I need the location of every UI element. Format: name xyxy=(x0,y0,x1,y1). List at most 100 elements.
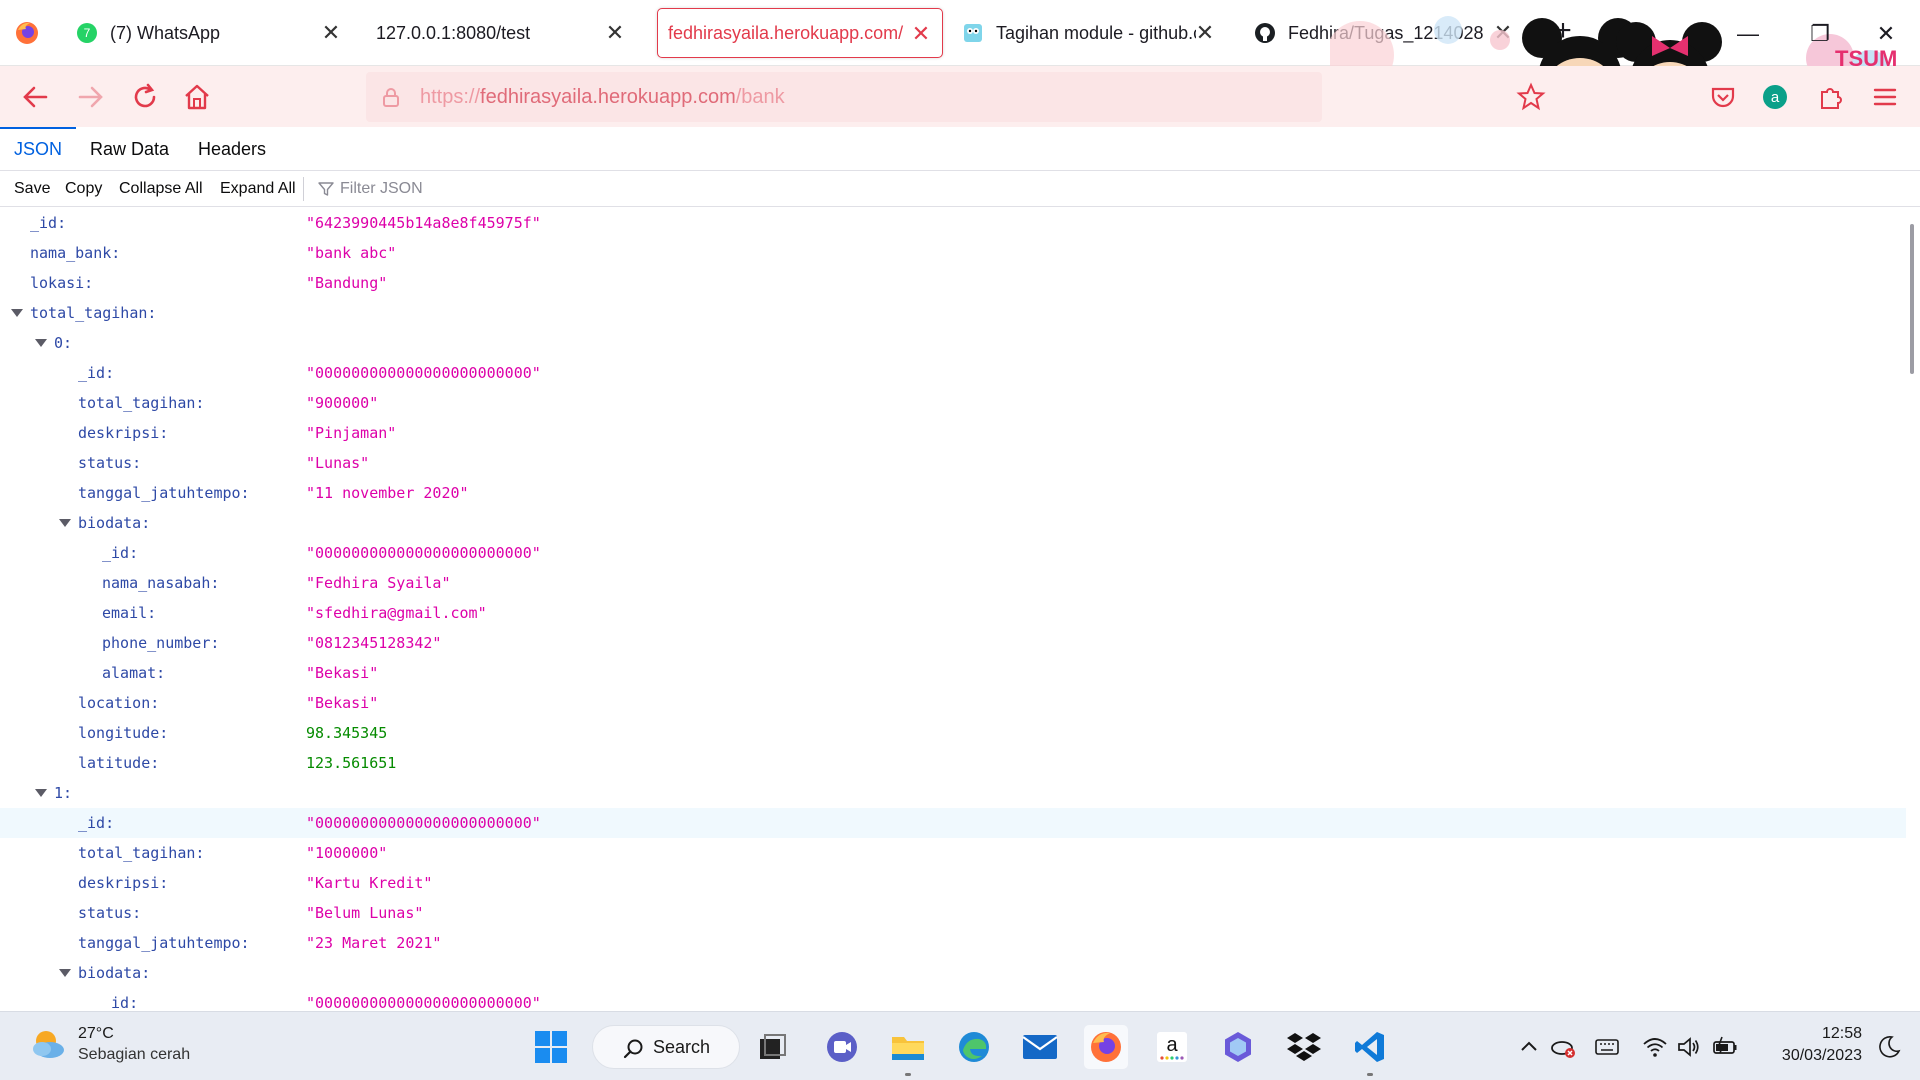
json-key: _id: xyxy=(78,364,115,382)
search-icon xyxy=(623,1039,643,1059)
json-value: "6423990445b14a8e8f45975f" xyxy=(306,214,541,232)
edge-button[interactable] xyxy=(952,1025,996,1069)
json-object-row[interactable]: 0: xyxy=(0,328,1906,358)
close-icon[interactable]: ✕ xyxy=(1490,20,1516,46)
clock-date: 30/03/2023 xyxy=(1781,1047,1862,1064)
chevron-up-icon[interactable] xyxy=(1516,1034,1542,1060)
json-key: _id: xyxy=(30,214,67,232)
json-value: "11 november 2020" xyxy=(306,484,469,502)
save-button[interactable]: Save xyxy=(14,171,50,207)
json-key: _id: xyxy=(78,814,115,832)
tab-tagihan-module[interactable]: Tagihan module - github.c ✕ xyxy=(962,8,1226,58)
hamburger-menu-icon[interactable] xyxy=(1870,82,1900,112)
account-extension-icon[interactable]: a xyxy=(1760,82,1790,112)
tab-title: (7) WhatsApp xyxy=(110,22,221,43)
expand-toggle-icon[interactable] xyxy=(35,789,47,797)
json-row: deskripsi: "Kartu Kredit" xyxy=(0,868,1906,898)
mail-icon xyxy=(1022,1035,1058,1059)
close-window-button[interactable]: ✕ xyxy=(1866,14,1906,54)
json-value: "sfedhira@gmail.com" xyxy=(306,604,487,622)
json-value: "Bekasi" xyxy=(306,694,379,712)
battery-charging-icon[interactable] xyxy=(1712,1034,1738,1060)
close-icon[interactable]: ✕ xyxy=(318,20,344,46)
task-view-button[interactable] xyxy=(750,1025,794,1069)
taskbar-search[interactable]: Search xyxy=(592,1025,740,1069)
start-button[interactable] xyxy=(529,1025,573,1069)
filter-json-input[interactable]: Filter JSON xyxy=(318,171,423,207)
expand-toggle-icon[interactable] xyxy=(11,309,23,317)
json-object-row[interactable]: 1: xyxy=(0,778,1906,808)
json-row: deskripsi: "Pinjaman" xyxy=(0,418,1906,448)
expand-toggle-icon[interactable] xyxy=(59,519,71,527)
tab-github[interactable]: Fedhira/Tugas_1214028 ✕ xyxy=(1254,8,1524,58)
json-row: tanggal_jatuhtempo: "11 november 2020" xyxy=(0,478,1906,508)
collapse-all-button[interactable]: Collapse All xyxy=(119,171,203,207)
amazon-button[interactable]: a xyxy=(1150,1025,1194,1069)
copilot-button[interactable] xyxy=(1216,1025,1260,1069)
notification-moon-icon[interactable] xyxy=(1876,1034,1902,1060)
json-value: "000000000000000000000000" xyxy=(306,994,541,1011)
json-value: "23 Maret 2021" xyxy=(306,934,442,952)
close-icon[interactable]: ✕ xyxy=(908,21,934,47)
whatsapp-icon: 7 xyxy=(77,23,97,43)
expand-toggle-icon[interactable] xyxy=(59,969,71,977)
file-explorer-button[interactable] xyxy=(886,1025,930,1076)
json-row: location: "Bekasi" xyxy=(0,688,1906,718)
tab-json[interactable]: JSON xyxy=(0,127,77,171)
json-key: latitude: xyxy=(78,754,160,772)
volume-icon[interactable] xyxy=(1676,1034,1702,1060)
json-key: _id: xyxy=(102,544,139,562)
firefox-button[interactable] xyxy=(1084,1025,1128,1069)
url-bar[interactable]: https://fedhirasyaila.herokuapp.com/bank xyxy=(366,72,1322,122)
json-row: email: "sfedhira@gmail.com" xyxy=(0,598,1906,628)
back-arrow-icon[interactable] xyxy=(18,80,52,114)
vertical-scrollbar[interactable] xyxy=(1910,224,1914,374)
json-key: phone_number: xyxy=(102,634,220,652)
lock-icon[interactable] xyxy=(380,86,402,108)
json-key: lokasi: xyxy=(30,274,94,292)
json-key: nama_nasabah: xyxy=(102,574,220,592)
system-clock[interactable]: 12:58 30/03/2023 xyxy=(1758,1023,1862,1067)
wifi-icon[interactable] xyxy=(1642,1034,1668,1060)
new-tab-button[interactable]: + xyxy=(1548,16,1578,46)
reload-icon[interactable] xyxy=(128,80,162,114)
dropbox-button[interactable] xyxy=(1282,1025,1326,1069)
json-row: longitude: 98.345345 xyxy=(0,718,1906,748)
json-key: nama_bank: xyxy=(30,244,121,262)
tab-localhost[interactable]: 127.0.0.1:8080/test ✕ xyxy=(376,8,636,58)
close-icon[interactable]: ✕ xyxy=(1192,20,1218,46)
tab-raw-data[interactable]: Raw Data xyxy=(76,127,183,171)
json-value: "900000" xyxy=(306,394,379,412)
restore-button[interactable]: ❐ xyxy=(1800,14,1840,54)
tab-whatsapp[interactable]: 7 (7) WhatsApp ✕ xyxy=(76,8,352,58)
onedrive-error-icon[interactable] xyxy=(1550,1034,1576,1060)
mail-button[interactable] xyxy=(1018,1025,1062,1069)
minimize-button[interactable]: — xyxy=(1728,14,1768,54)
tab-headers[interactable]: Headers xyxy=(184,127,280,171)
close-icon[interactable]: ✕ xyxy=(602,20,628,46)
json-row: total_tagihan: "1000000" xyxy=(0,838,1906,868)
json-object-row[interactable]: total_tagihan: xyxy=(0,298,1906,328)
teams-chat-button[interactable] xyxy=(820,1025,864,1069)
json-key: status: xyxy=(78,904,142,922)
forward-arrow-icon[interactable] xyxy=(74,80,108,114)
copy-button[interactable]: Copy xyxy=(65,171,102,207)
weather-widget[interactable]: 27°C Sebagian cerah xyxy=(28,1024,190,1064)
vscode-button[interactable] xyxy=(1348,1025,1392,1076)
json-key: location: xyxy=(78,694,160,712)
go-gopher-icon xyxy=(964,24,982,42)
firefox-view-icon[interactable] xyxy=(14,20,40,46)
json-object-row[interactable]: biodata: xyxy=(0,958,1906,988)
keyboard-icon[interactable] xyxy=(1594,1034,1620,1060)
tab-herokuapp[interactable]: fedhirasyaila.herokuapp.com/b ✕ xyxy=(657,8,943,58)
extensions-puzzle-icon[interactable] xyxy=(1816,82,1846,112)
json-row: _id: "000000000000000000000000" xyxy=(0,808,1906,838)
json-value: "Bekasi" xyxy=(306,664,379,682)
expand-all-button[interactable]: Expand All xyxy=(220,171,296,207)
json-object-row[interactable]: biodata: xyxy=(0,508,1906,538)
expand-toggle-icon[interactable] xyxy=(35,339,47,347)
pocket-icon[interactable] xyxy=(1708,82,1738,112)
json-value: "000000000000000000000000" xyxy=(306,814,541,832)
home-icon[interactable] xyxy=(180,80,214,114)
bookmark-star-icon[interactable] xyxy=(1516,82,1546,112)
